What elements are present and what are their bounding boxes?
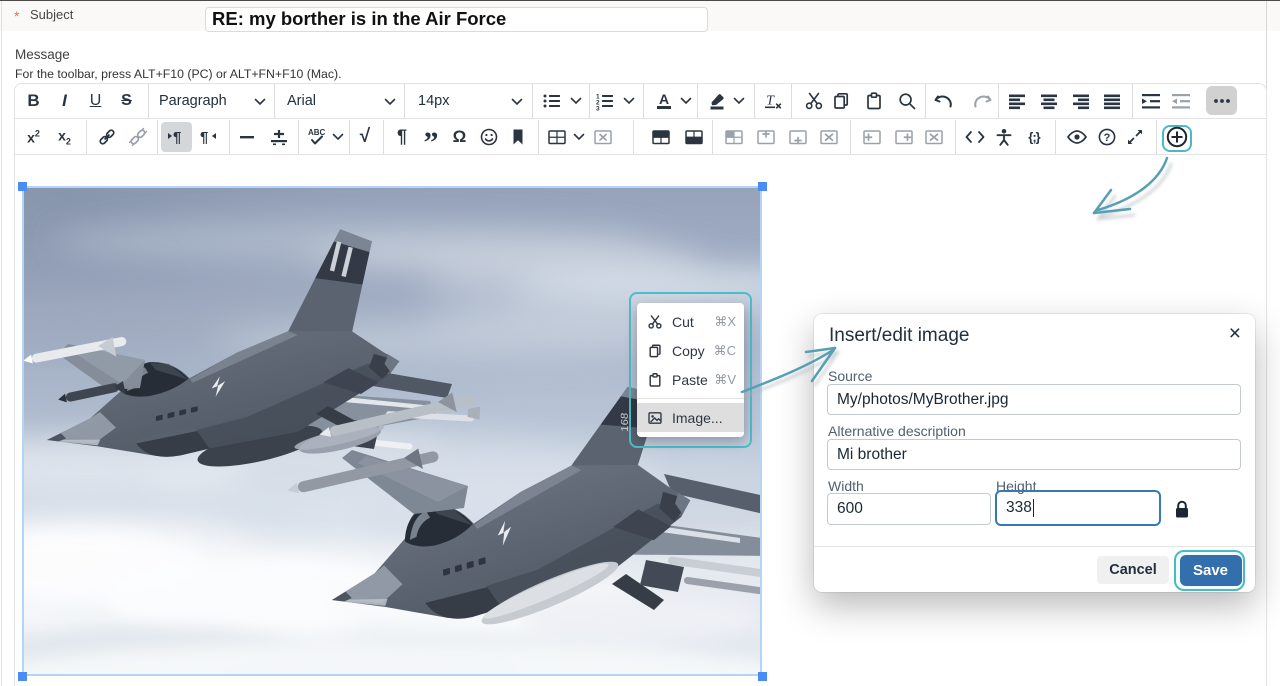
svg-text:¶: ¶ <box>173 129 181 146</box>
svg-text:¶: ¶ <box>200 129 208 146</box>
svg-text:A: A <box>659 92 669 108</box>
svg-text:T: T <box>766 94 775 109</box>
svg-text:3: 3 <box>596 106 600 112</box>
svg-text:ABC: ABC <box>308 128 326 137</box>
